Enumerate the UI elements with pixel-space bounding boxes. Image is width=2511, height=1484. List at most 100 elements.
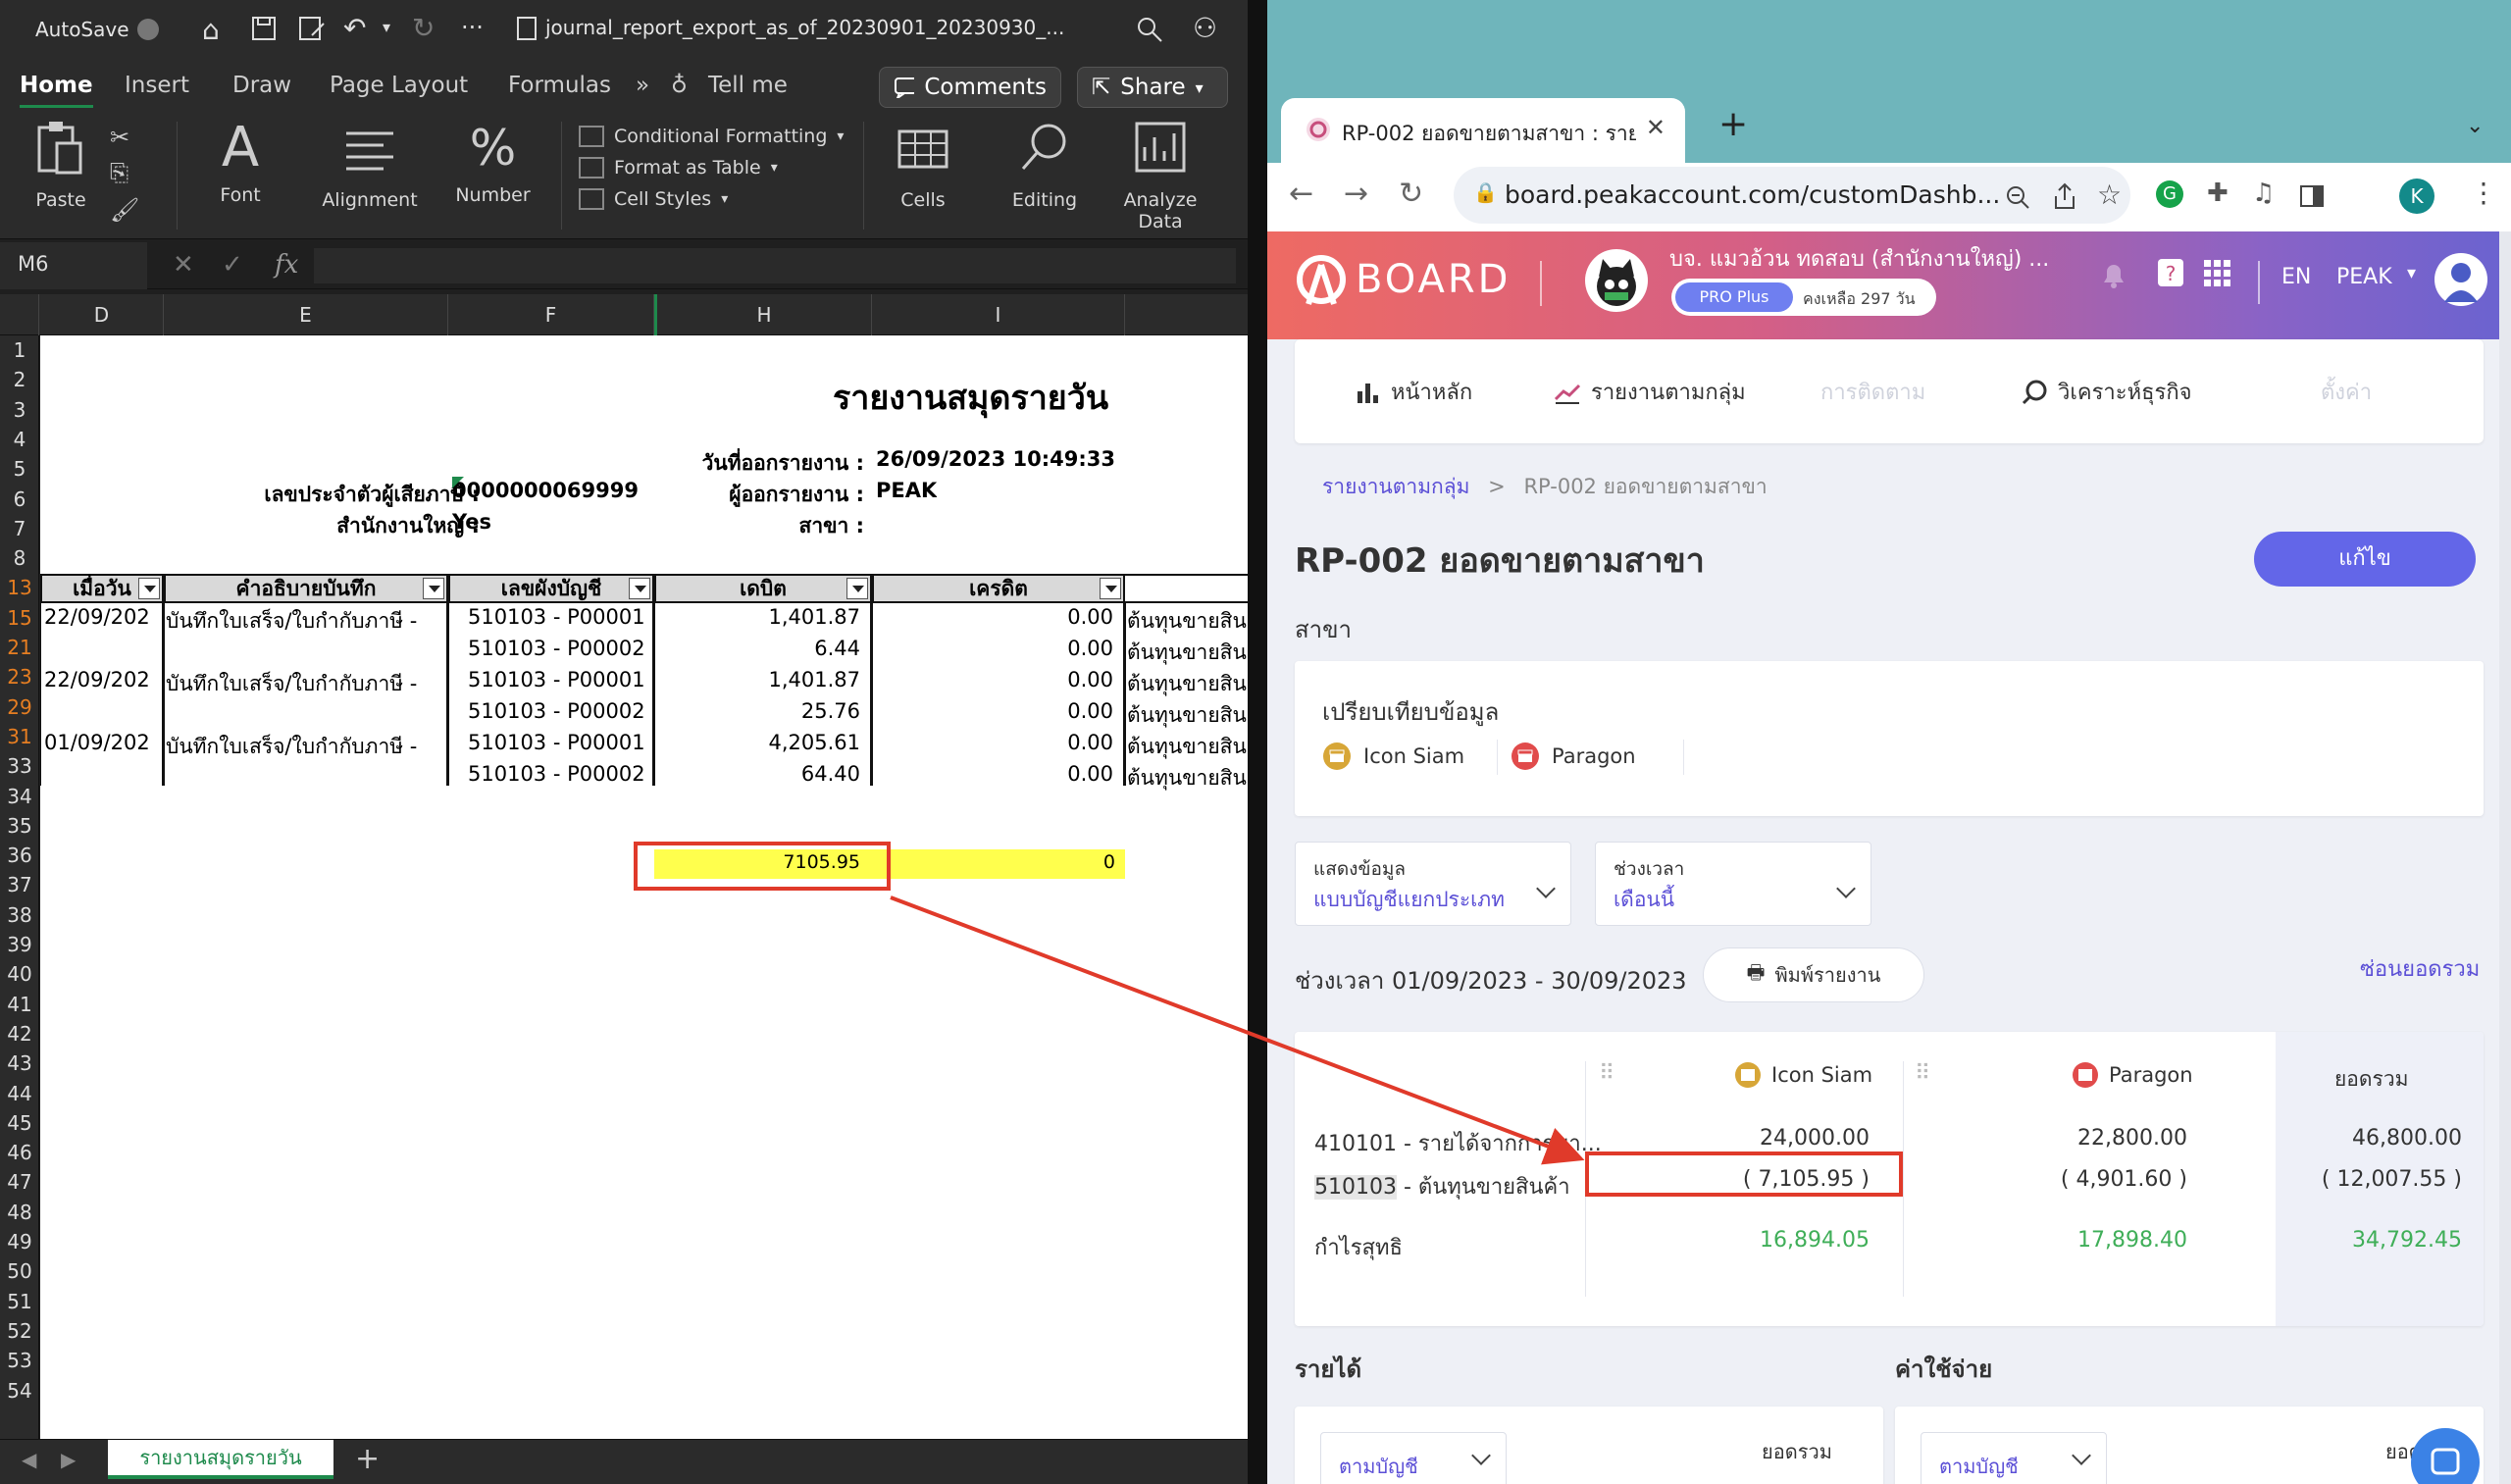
forward-icon[interactable]: → [1344, 177, 1368, 211]
row-header[interactable]: 23 [0, 662, 39, 691]
tab-insert[interactable]: Insert [125, 73, 189, 98]
formula-input[interactable] [314, 248, 1236, 283]
add-sheet-icon[interactable]: + [355, 1442, 380, 1476]
journal-cell-credit[interactable]: 0.00 [874, 668, 1113, 691]
new-tab-icon[interactable]: + [1718, 104, 1748, 144]
row-header[interactable]: 53 [0, 1346, 39, 1375]
journal-cell-extra[interactable]: ต้นทุนขายสินค้า [1127, 668, 1248, 700]
language-toggle[interactable]: EN [2281, 265, 2311, 289]
back-icon[interactable]: ← [1289, 177, 1313, 211]
share-people-icon[interactable]: ⚇ [1193, 12, 1217, 44]
journal-cell-acct[interactable]: 510103 - P00001 [468, 668, 654, 691]
row-header[interactable]: 13 [0, 573, 39, 602]
extensions-icon[interactable]: ✚ [2207, 179, 2229, 208]
cancel-icon[interactable]: ✕ [173, 250, 194, 280]
row-header[interactable]: 51 [0, 1287, 39, 1316]
journal-cell-desc[interactable]: บันทึกใบเสร็จ/ใบกำกับภาษี - [166, 605, 446, 638]
redo-icon[interactable]: ↻ [412, 12, 435, 44]
journal-cell-acct[interactable]: 510103 - P00002 [468, 637, 654, 660]
prev-sheet-icon[interactable]: ◀ [22, 1448, 36, 1471]
journal-cell-credit[interactable]: 0.00 [874, 637, 1113, 660]
journal-cell-extra[interactable]: ต้นทุนขายสินค้า [1127, 605, 1248, 638]
edit-button[interactable]: แก้ไข [2254, 532, 2476, 587]
format-as-table-button[interactable]: Format as Table ▾ [579, 157, 844, 179]
font-group[interactable]: A Font [196, 118, 284, 207]
journal-cell-credit[interactable]: 0.00 [874, 731, 1113, 754]
display-select[interactable]: แสดงข้อมูล แบบบัญชีแยกประเภท [1295, 842, 1571, 926]
income-by-account-select[interactable]: ตามบัญชี [1320, 1432, 1507, 1484]
hide-total-link[interactable]: ซ่อนยอดรวม [2360, 951, 2480, 986]
row-header[interactable]: 21 [0, 633, 39, 662]
row-header[interactable]: 5 [0, 454, 39, 484]
journal-cell-acct[interactable]: 510103 - P00002 [468, 762, 654, 786]
row-header[interactable]: 50 [0, 1256, 39, 1286]
tab-search-chevron-icon[interactable]: ⌄ [2466, 114, 2484, 138]
select-all[interactable] [0, 294, 39, 335]
row-header[interactable]: 33 [0, 751, 39, 781]
column-header-f[interactable]: F [448, 294, 654, 335]
journal-cell-desc[interactable]: บันทึกใบเสร็จ/ใบกำกับภาษี - [166, 731, 446, 763]
number-group[interactable]: % Number [446, 118, 539, 206]
journal-cell-debit[interactable]: 1,401.87 [656, 668, 860, 691]
filter-button[interactable] [846, 578, 868, 599]
journal-cell-debit[interactable]: 64.40 [656, 762, 860, 786]
worksheet-grid[interactable]: รายงานสมุดรายวัน วันที่ออกรายงาน : 26/09… [40, 335, 1248, 1439]
row-header[interactable]: 39 [0, 930, 39, 959]
zoom-icon[interactable] [2005, 184, 2030, 210]
row-header[interactable]: 34 [0, 782, 39, 811]
filter-button[interactable] [1100, 578, 1121, 599]
save-as-icon[interactable] [298, 16, 326, 41]
side-panel-icon[interactable] [2299, 184, 2325, 208]
row-header[interactable]: 49 [0, 1227, 39, 1256]
filter-button[interactable] [423, 578, 444, 599]
row-header[interactable]: 37 [0, 870, 39, 899]
journal-cell-extra[interactable]: ต้นทุนขายสินค้า [1127, 637, 1248, 669]
peak-menu-chevron-icon[interactable]: ▾ [2407, 263, 2416, 283]
row-header[interactable]: 40 [0, 959, 39, 989]
tab-home[interactable]: Home [20, 73, 93, 108]
nav-settings[interactable]: ตั้งค่า [2321, 375, 2372, 409]
tab-formulas[interactable]: Formulas [508, 73, 611, 98]
bell-icon[interactable] [2099, 259, 2128, 290]
format-painter-icon[interactable]: 🖌 [110, 196, 139, 224]
journal-cell-date[interactable]: 01/09/202 [44, 731, 162, 754]
journal-cell-credit[interactable]: 0.00 [874, 605, 1113, 629]
window-divider[interactable] [1248, 0, 1267, 1484]
row-header[interactable]: 8 [0, 543, 39, 573]
apps-grid-icon[interactable] [2203, 259, 2232, 288]
help-icon[interactable]: ? [2156, 257, 2185, 288]
row-header[interactable]: 2 [0, 365, 39, 394]
analyze-data-group[interactable]: Analyze Data [1116, 118, 1204, 232]
journal-cell-extra[interactable]: ต้นทุนขายสินค้า [1127, 699, 1248, 732]
share-page-icon[interactable] [2052, 182, 2077, 210]
branch-chip-paragon[interactable]: Paragon [1511, 742, 1636, 771]
row-header[interactable]: 7 [0, 514, 39, 543]
bookmark-star-icon[interactable]: ☆ [2097, 179, 2122, 211]
journal-cell-debit[interactable]: 4,205.61 [656, 731, 860, 754]
browser-tab-active[interactable]: RP-002 ยอดขายตามสาขา : รายงาน ✕ [1281, 98, 1685, 163]
expense-by-account-select[interactable]: ตามบัญชี [1921, 1432, 2107, 1484]
nav-group-reports[interactable]: รายงานตามกลุ่ม [1554, 375, 1746, 409]
cut-icon[interactable]: ✂ [110, 124, 129, 151]
row-header[interactable]: 42 [0, 1019, 39, 1049]
tell-me[interactable]: Tell me [708, 73, 788, 98]
function-icon[interactable]: fx [275, 250, 298, 280]
undo-icon[interactable]: ↶ [343, 12, 366, 44]
row-header[interactable]: 31 [0, 722, 39, 751]
nav-tracking[interactable]: การติดตาม [1820, 375, 1925, 409]
next-sheet-icon[interactable]: ▶ [61, 1448, 76, 1471]
peak-menu[interactable]: PEAK [2336, 265, 2392, 289]
branch-chip-icon-siam[interactable]: Icon Siam [1322, 742, 1464, 771]
row-header[interactable]: 35 [0, 811, 39, 841]
drag-handle-icon[interactable]: ⠿ [1915, 1061, 1930, 1086]
autosave-toggle[interactable] [137, 19, 159, 40]
row-header[interactable]: 52 [0, 1316, 39, 1346]
cell-styles-button[interactable]: Cell Styles ▾ [579, 188, 844, 210]
more-icon[interactable]: ··· [461, 14, 484, 41]
period-select[interactable]: ช่วงเวลา เดือนนี้ [1595, 842, 1871, 926]
paste-group[interactable]: Paste [22, 118, 100, 211]
column-header-d[interactable]: D [40, 294, 164, 335]
row-header[interactable]: 43 [0, 1049, 39, 1078]
page-scrollbar[interactable] [2499, 231, 2511, 1484]
editing-group[interactable]: Editing [1000, 118, 1089, 211]
